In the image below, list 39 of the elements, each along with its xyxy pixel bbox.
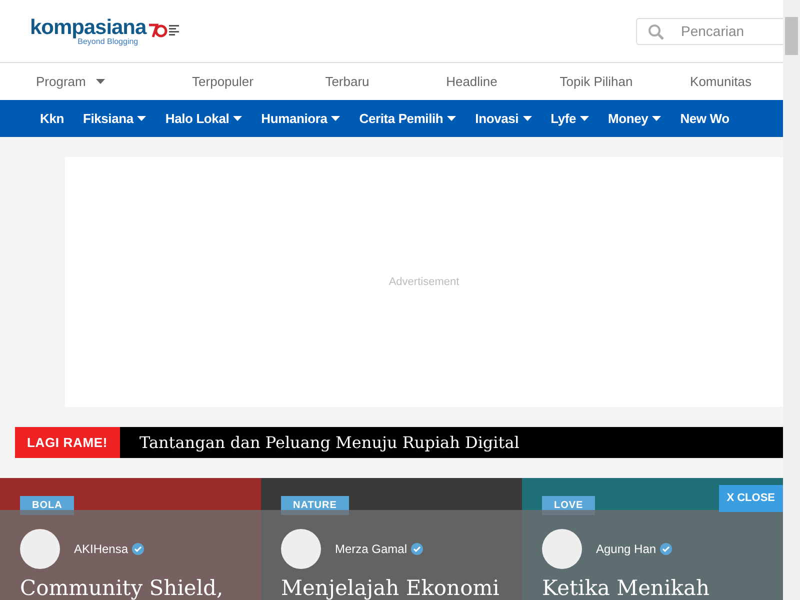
article-title[interactable]: Ketika Menikah	[542, 575, 710, 600]
author-name[interactable]: Merza Gamal	[335, 540, 408, 558]
caret-icon	[652, 116, 662, 121]
caret-icon	[137, 116, 146, 121]
author-name[interactable]: AKIHensa	[74, 540, 128, 558]
close-button[interactable]: X CLOSE	[718, 485, 783, 512]
caret-icon	[522, 116, 532, 121]
caret-icon	[233, 116, 242, 121]
category-nav-link[interactable]: Lyfe	[550, 108, 590, 128]
category-nav-link[interactable]: Halo Lokal	[165, 108, 242, 128]
category-nav-link[interactable]: New Wo	[680, 108, 730, 128]
scrollbar-thumb[interactable]	[785, 17, 798, 55]
top-nav-link[interactable]: Headline	[410, 72, 534, 92]
caret-icon	[447, 116, 456, 121]
top-nav-link[interactable]: Program	[0, 72, 160, 92]
ticker-headline[interactable]: Tantangan dan Peluang Menuju Rupiah Digital	[120, 430, 520, 454]
top-nav-link[interactable]: Topik Pilihan	[534, 72, 658, 92]
ticker-badge: LAGI RAME!	[15, 427, 120, 458]
category-nav-link[interactable]: Cerita Pemilih	[359, 108, 456, 128]
logo-tagline: Beyond Blogging	[78, 38, 138, 46]
top-nav-link[interactable]: Terpopuler	[160, 72, 285, 92]
search-icon	[648, 24, 664, 40]
caret-icon	[580, 116, 590, 121]
site-logo[interactable]: kompasiana	[30, 16, 146, 38]
top-nav-link[interactable]: Terbaru	[285, 72, 410, 92]
category-nav-link[interactable]: Kkn	[40, 108, 64, 128]
article-title[interactable]: Community Shield,	[20, 575, 224, 600]
author-name[interactable]: Agung Han	[596, 540, 656, 558]
article-title[interactable]: Menjelajah Ekonomi	[281, 575, 500, 600]
scrollbar[interactable]	[783, 0, 800, 600]
caret-icon	[96, 79, 105, 84]
advertisement-label: Advertisement	[388, 274, 460, 290]
category-nav-link[interactable]: Money	[608, 108, 662, 128]
search-field[interactable]: Pencarian	[636, 18, 783, 44]
category-nav-link[interactable]: Fiksiana	[82, 108, 146, 128]
category-nav-link[interactable]: Humaniora	[261, 108, 340, 128]
caret-icon	[331, 116, 340, 121]
category-nav-link[interactable]: Inovasi	[475, 108, 532, 128]
top-nav-link[interactable]: Komunitas	[658, 72, 783, 92]
